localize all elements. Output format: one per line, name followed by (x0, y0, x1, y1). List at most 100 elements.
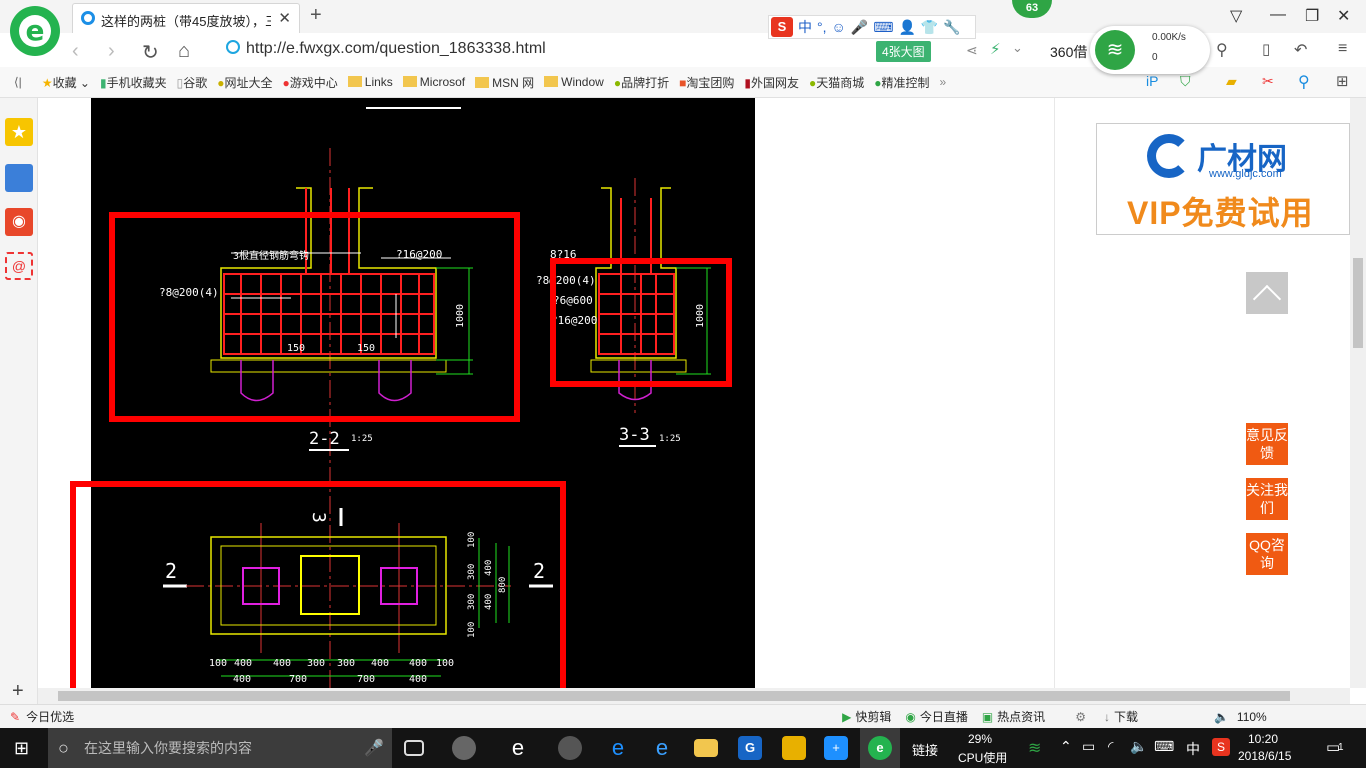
ad-banner[interactable]: 广材网 www.gldjc.com VIP免费试用 (1096, 123, 1350, 235)
clock-time[interactable]: 10:20 (1248, 732, 1278, 746)
back-icon[interactable]: ‹ (72, 40, 79, 63)
bookmark-item[interactable]: ●天猫商城 (809, 74, 864, 91)
bookmark-item[interactable]: ●游戏中心 (283, 74, 338, 91)
shirt-skin-icon[interactable]: ▽ (1230, 6, 1242, 26)
search-engine-label[interactable]: 360借 (1050, 42, 1087, 62)
plus-app-icon[interactable]: + (824, 736, 848, 760)
scissors-icon[interactable]: ✂ (1262, 73, 1274, 90)
scroll-thumb[interactable] (1353, 258, 1363, 348)
ime-punct[interactable]: °, (817, 19, 827, 35)
zoom-level[interactable]: 110% (1237, 710, 1267, 724)
network-widget[interactable]: ≋ 0.00K/s 0 (1090, 26, 1210, 74)
weibo-icon[interactable]: ◉ (5, 208, 33, 236)
qq-consult-button[interactable]: QQ咨询 (1246, 533, 1288, 575)
home-icon[interactable]: ⌂ (178, 40, 190, 63)
share-icon[interactable]: ⋖ (966, 42, 978, 59)
ie-old-icon[interactable]: e (506, 736, 530, 760)
bookmark-item[interactable]: ●网址大全 (217, 74, 272, 91)
magnifier-icon[interactable]: ⚲ (1298, 72, 1310, 92)
bookmark-item[interactable]: ▮外国网友 (744, 74, 799, 91)
sidebar-toggle-icon[interactable]: ⟨| (14, 75, 22, 89)
scroll-thumb[interactable] (58, 691, 1290, 701)
menu-icon[interactable]: ≡ (1338, 40, 1347, 58)
bookmark-item[interactable]: Window (544, 75, 604, 89)
wallet-icon[interactable]: ▰ (1226, 73, 1237, 90)
edge-icon[interactable]: e (606, 736, 630, 760)
minimize-icon[interactable]: — (1270, 6, 1286, 24)
tab-close-icon[interactable]: ✕ (278, 9, 291, 27)
undo-icon[interactable]: ↶ (1294, 40, 1307, 60)
network-tray-icon[interactable]: ◜ (1108, 738, 1113, 755)
image-count-button[interactable]: 4张大图 (876, 41, 931, 62)
bookmark-item[interactable]: ●精准控制 (874, 74, 929, 91)
add-panel-icon[interactable]: + (12, 680, 24, 703)
notes-icon[interactable] (782, 736, 806, 760)
chevron-up-icon[interactable]: ⌃ (1060, 738, 1072, 755)
app-icon[interactable] (558, 736, 582, 760)
taskbar-search[interactable]: 在这里输入你要搜索的内容 (48, 728, 392, 768)
ie-icon[interactable]: e (650, 736, 674, 760)
ip-icon[interactable]: iP (1146, 73, 1158, 89)
list-icon[interactable] (5, 164, 33, 192)
browser-logo-icon[interactable]: e (10, 6, 60, 56)
glodon-icon[interactable]: G (738, 736, 762, 760)
ime-lang[interactable]: 中 (798, 17, 812, 37)
close-window-icon[interactable]: ✕ (1337, 6, 1350, 26)
forward-icon[interactable]: › (108, 40, 115, 63)
taskbar-link[interactable]: 链接 (912, 740, 938, 759)
clock-date[interactable]: 2018/6/15 (1238, 749, 1291, 763)
maximize-icon[interactable]: ❐ (1305, 6, 1319, 26)
feedback-button[interactable]: 意见反馈 (1246, 423, 1288, 465)
bookmark-item[interactable]: ▮手机收藏夹 (100, 74, 167, 91)
search-icon[interactable]: ⚲ (1216, 40, 1228, 60)
bookmark-favorites[interactable]: ★收藏 ⌄ (42, 74, 90, 91)
bookmark-item[interactable]: MSN 网 (475, 74, 534, 91)
download-button[interactable]: 下载 (1114, 708, 1138, 725)
status-left[interactable]: 今日优选 (26, 708, 74, 725)
url-field[interactable]: http://e.fwxgx.com/question_1863338.html (226, 40, 546, 58)
sogou-tray-icon[interactable]: S (1212, 738, 1230, 756)
volume-icon[interactable]: 🔈 (1214, 710, 1229, 724)
keyboard-tray-icon[interactable]: ⌨ (1154, 738, 1174, 755)
status-item[interactable]: 热点资讯 (997, 708, 1045, 725)
vertical-scrollbar[interactable] (1350, 98, 1366, 688)
apps-icon[interactable]: ⊞ (1336, 72, 1349, 90)
horizontal-scrollbar[interactable] (38, 688, 1350, 704)
status-item[interactable]: 快剪辑 (855, 708, 891, 725)
emoji-icon[interactable]: ☺ (832, 19, 846, 35)
new-tab-button[interactable]: + (310, 4, 322, 27)
windows-start-icon[interactable]: ⊞ (14, 738, 29, 759)
tools-icon[interactable]: ⚙ (1075, 710, 1086, 724)
user-icon[interactable]: 👤 (898, 19, 915, 36)
battery-icon[interactable]: ▭ (1082, 738, 1095, 755)
wifi-tray-icon[interactable]: ≋ (1028, 738, 1041, 758)
pinwheel-icon[interactable] (452, 736, 476, 760)
shield-icon[interactable]: ⛉ (1180, 73, 1191, 90)
360-browser-icon[interactable]: e (868, 736, 892, 760)
follow-button[interactable]: 关注我们 (1246, 478, 1288, 520)
bookmark-item[interactable]: Links (347, 75, 393, 89)
task-view-icon[interactable] (404, 740, 424, 756)
ime-toolbar[interactable]: S 中 °, ☺ 🎤 ⌨ 👤 👕 🔧 (768, 15, 976, 39)
bookmark-item[interactable]: ●品牌打折 (614, 74, 669, 91)
tab-active[interactable]: 这样的两桩（带45度放坡），三 ✕ (72, 3, 300, 33)
tools-icon[interactable]: 🔧 (943, 19, 960, 36)
bookmark-item[interactable]: Microsof (402, 75, 465, 89)
bookmark-item[interactable]: ■淘宝团购 (679, 74, 734, 91)
mail-icon[interactable]: @ (5, 252, 33, 280)
volume-tray-icon[interactable]: 🔈 (1130, 738, 1147, 755)
refresh-icon[interactable]: ↻ (142, 40, 159, 65)
keyboard-icon[interactable]: ⌨ (873, 19, 893, 36)
more-bookmarks-icon[interactable]: » (940, 75, 947, 89)
bookmark-item[interactable]: ▯谷歌 (177, 74, 208, 91)
explorer-icon[interactable] (694, 739, 718, 757)
skin-icon[interactable]: 👕 (921, 19, 938, 36)
favorites-star-icon[interactable]: ★ (5, 118, 33, 146)
flash-icon[interactable]: ⚡ (990, 40, 1001, 58)
dropdown-icon[interactable]: ⌄ (1012, 40, 1023, 56)
back-to-top-button[interactable] (1246, 272, 1288, 314)
ime-tray[interactable]: 中 (1186, 739, 1200, 759)
status-item[interactable]: 今日直播 (920, 708, 968, 725)
mic-icon[interactable]: 🎤 (364, 738, 384, 758)
phone-icon[interactable]: ▯ (1262, 40, 1270, 58)
